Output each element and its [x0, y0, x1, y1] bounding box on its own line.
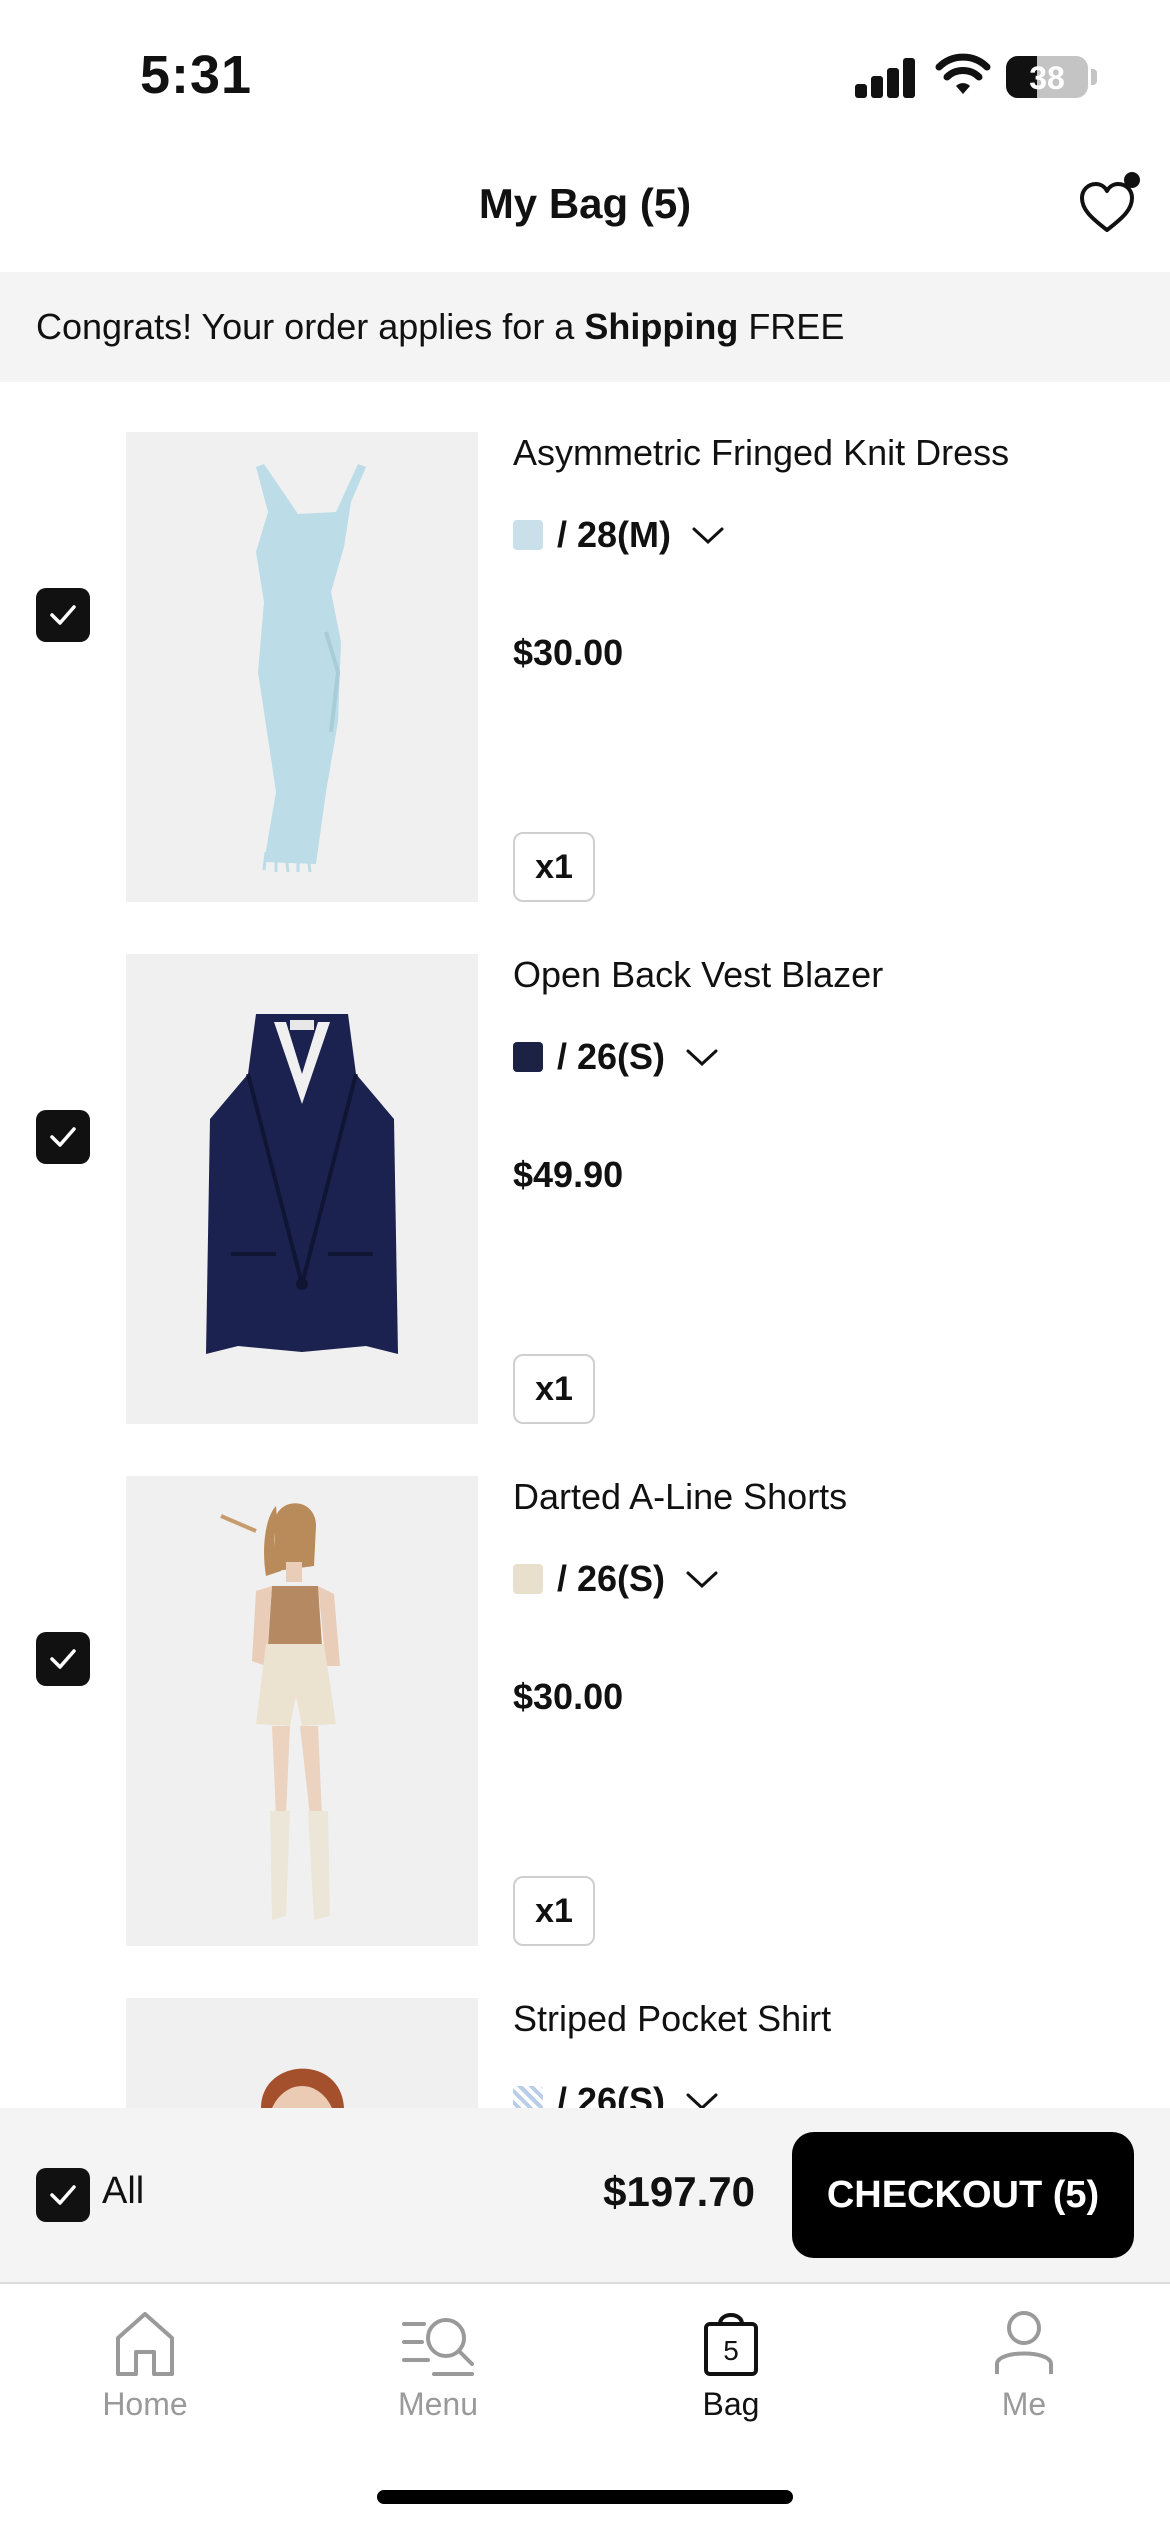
- product-image-dress[interactable]: [126, 432, 478, 902]
- chevron-down-icon: [686, 1049, 718, 1067]
- quantity-selector[interactable]: x1: [513, 1876, 595, 1946]
- checkout-button[interactable]: CHECKOUT (5): [792, 2132, 1134, 2258]
- tab-me[interactable]: Me: [924, 2308, 1124, 2423]
- promo-prefix: Congrats! Your order applies for a: [36, 306, 585, 347]
- bag-count-badge: 5: [723, 2335, 739, 2366]
- bag-items-list[interactable]: Asymmetric Fringed Knit Dress / 28(M) $3…: [0, 382, 1170, 2108]
- item-checkbox[interactable]: [36, 1110, 90, 1164]
- shipping-promo-banner: Congrats! Your order applies for a Shipp…: [0, 272, 1170, 382]
- battery-tip: [1091, 69, 1097, 85]
- promo-suffix: FREE: [738, 306, 845, 347]
- bag-item: Asymmetric Fringed Knit Dress / 28(M) $3…: [0, 382, 1170, 902]
- variant-selector[interactable]: / 26(S): [513, 2078, 719, 2108]
- product-image-shorts[interactable]: [126, 1476, 478, 1946]
- item-price: $49.90: [513, 1154, 624, 1195]
- item-name[interactable]: Open Back Vest Blazer: [513, 954, 883, 996]
- variant-selector[interactable]: / 28(M): [513, 512, 725, 558]
- item-price: $30.00: [513, 632, 624, 673]
- item-name[interactable]: Striped Pocket Shirt: [513, 1998, 831, 2040]
- variant-size: / 26(S): [557, 1036, 666, 1077]
- tab-label: Me: [1001, 2386, 1047, 2422]
- header: My Bag (5): [0, 150, 1170, 272]
- bag-item: Darted A-Line Shorts / 26(S) $30.00 x1: [0, 1426, 1170, 1946]
- chevron-down-icon: [686, 1571, 718, 1589]
- chevron-down-icon: [692, 527, 724, 545]
- item-checkbox[interactable]: [36, 588, 90, 642]
- status-time: 5:31: [140, 45, 253, 105]
- battery-level: 38: [1029, 60, 1065, 96]
- check-icon: [50, 1127, 76, 1147]
- quantity-selector[interactable]: x1: [513, 1354, 595, 1424]
- color-swatch: [513, 520, 543, 550]
- variant-size: / 28(M): [557, 514, 672, 555]
- variant-size: / 26(S): [557, 2080, 666, 2108]
- bag-item: Open Back Vest Blazer / 26(S) $49.90 x1: [0, 904, 1170, 1424]
- signal-icon: [855, 58, 917, 98]
- check-icon: [50, 2185, 76, 2205]
- wishlist-badge-dot: [1124, 172, 1140, 188]
- tab-label: Menu: [397, 2386, 479, 2422]
- menu-search-icon: [402, 2318, 474, 2376]
- color-swatch: [513, 2086, 543, 2108]
- bag-item: Striped Pocket Shirt / 26(S): [0, 1948, 1170, 2108]
- user-icon: [995, 2311, 1053, 2374]
- item-name[interactable]: Darted A-Line Shorts: [513, 1476, 847, 1518]
- color-swatch: [513, 1042, 543, 1072]
- product-image-vest-blazer[interactable]: [126, 954, 478, 1424]
- check-icon: [50, 1649, 76, 1669]
- color-swatch: [513, 1564, 543, 1594]
- variant-selector[interactable]: / 26(S): [513, 1034, 719, 1080]
- select-all-checkbox[interactable]: [36, 2168, 90, 2222]
- checkout-bar: All $197.70 CHECKOUT (5): [0, 2108, 1170, 2282]
- tab-menu[interactable]: Menu: [338, 2308, 538, 2423]
- tab-label: Bag: [702, 2386, 760, 2422]
- variant-size: / 26(S): [557, 1558, 666, 1599]
- tab-bag[interactable]: 5 Bag: [631, 2308, 831, 2423]
- chevron-down-icon: [686, 2093, 718, 2108]
- bag-icon: 5: [704, 2313, 758, 2376]
- check-icon: [50, 605, 76, 625]
- item-name[interactable]: Asymmetric Fringed Knit Dress: [513, 432, 1009, 474]
- tab-home[interactable]: Home: [45, 2308, 245, 2423]
- battery-icon: 38: [1006, 56, 1088, 98]
- page-title: My Bag (5): [478, 180, 692, 227]
- tab-label: Home: [102, 2386, 188, 2422]
- product-image-shirt[interactable]: [126, 1998, 478, 2108]
- status-bar: 5:31 38: [0, 0, 1170, 150]
- select-all-label[interactable]: All: [102, 2170, 144, 2213]
- order-total: $197.70: [603, 2168, 755, 2215]
- home-icon: [116, 2312, 174, 2376]
- wifi-icon: [935, 53, 991, 94]
- home-indicator: [377, 2490, 793, 2504]
- item-price: $30.00: [513, 1676, 624, 1717]
- promo-bold: Shipping: [584, 306, 739, 347]
- variant-selector[interactable]: / 26(S): [513, 1556, 719, 1602]
- quantity-selector[interactable]: x1: [513, 832, 595, 902]
- item-checkbox[interactable]: [36, 1632, 90, 1686]
